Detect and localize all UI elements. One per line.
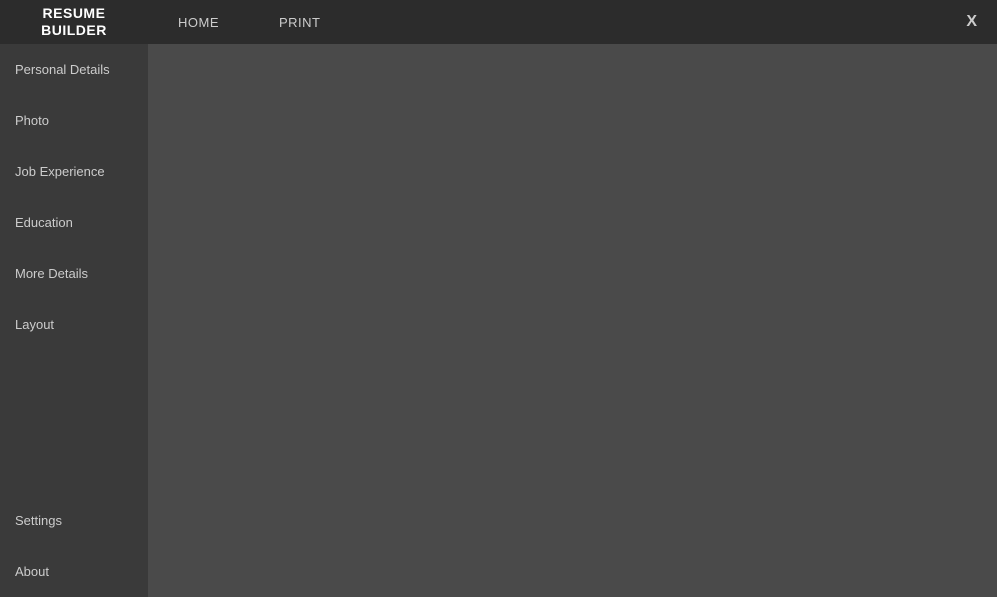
print-nav-link[interactable]: PRINT bbox=[249, 0, 351, 44]
sidebar-item-more-details[interactable]: More Details bbox=[0, 248, 148, 299]
main-content: Personal Details Photo Job Experience Ed… bbox=[0, 44, 997, 597]
home-nav-link[interactable]: HOME bbox=[148, 0, 249, 44]
content-area bbox=[148, 44, 997, 597]
sidebar-item-education[interactable]: Education bbox=[0, 197, 148, 248]
close-button[interactable]: X bbox=[946, 0, 997, 44]
sidebar-spacer bbox=[0, 350, 148, 495]
sidebar-item-personal-details[interactable]: Personal Details bbox=[0, 44, 148, 95]
sidebar-item-job-experience[interactable]: Job Experience bbox=[0, 146, 148, 197]
sidebar-bottom: Settings About bbox=[0, 495, 148, 597]
sidebar-item-photo[interactable]: Photo bbox=[0, 95, 148, 146]
nav-links: HOME PRINT bbox=[148, 0, 946, 44]
sidebar-item-about[interactable]: About bbox=[0, 546, 148, 597]
sidebar: Personal Details Photo Job Experience Ed… bbox=[0, 44, 148, 597]
brand-text: RESUMEBUILDER bbox=[41, 5, 107, 39]
top-nav: RESUMEBUILDER HOME PRINT X bbox=[0, 0, 997, 44]
sidebar-item-settings[interactable]: Settings bbox=[0, 495, 148, 546]
brand-logo[interactable]: RESUMEBUILDER bbox=[0, 0, 148, 44]
sidebar-item-layout[interactable]: Layout bbox=[0, 299, 148, 350]
